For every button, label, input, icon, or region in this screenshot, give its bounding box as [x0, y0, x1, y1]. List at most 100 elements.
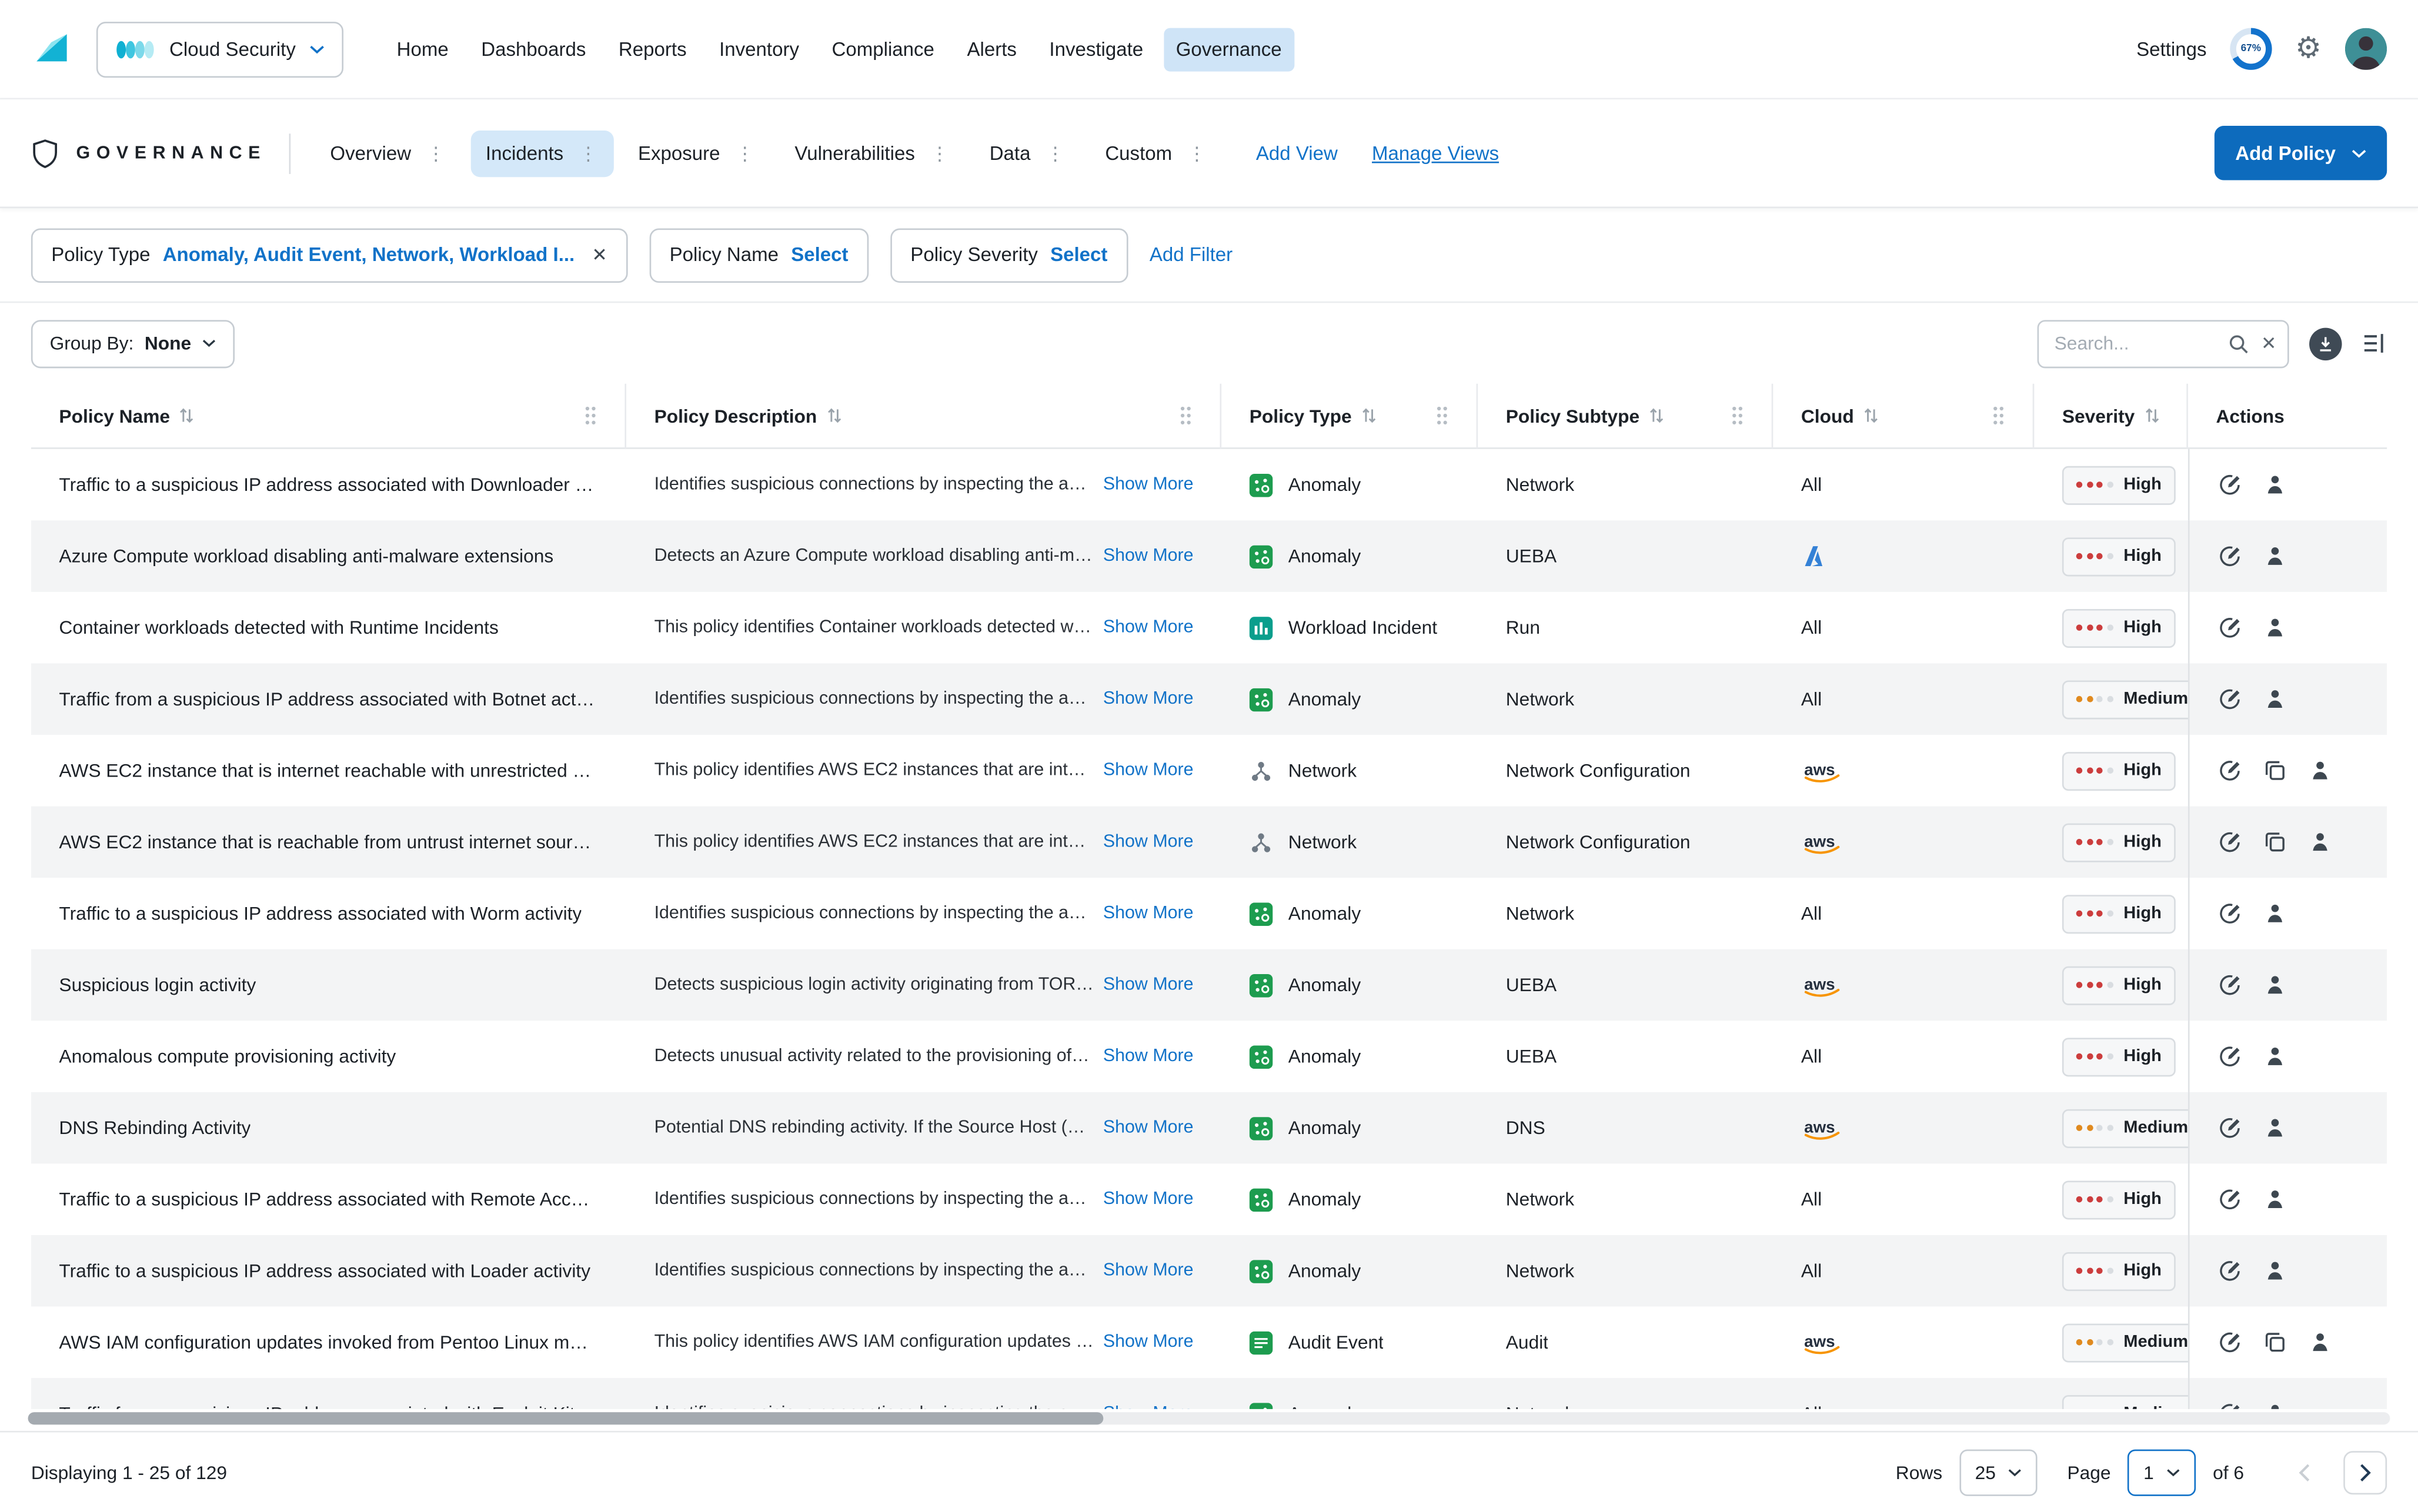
edit-icon[interactable] [2217, 1401, 2242, 1409]
show-more-link[interactable]: Show More [1103, 832, 1194, 851]
policy-name-link[interactable]: Container workloads detected with Runtim… [59, 617, 498, 638]
column-settings-icon[interactable] [2362, 333, 2387, 354]
person-icon[interactable] [2307, 829, 2332, 854]
kebab-menu-icon[interactable]: ⋮ [427, 143, 446, 162]
edit-icon[interactable] [2217, 901, 2242, 926]
edit-icon[interactable] [2217, 687, 2242, 711]
person-icon[interactable] [2263, 901, 2287, 926]
edit-icon[interactable] [2217, 615, 2242, 640]
show-more-link[interactable]: Show More [1103, 904, 1194, 923]
filter-chip-policy-name[interactable]: Policy Name Select [649, 228, 869, 282]
edit-icon[interactable] [2217, 1330, 2242, 1354]
settings-link[interactable]: Settings [2136, 38, 2206, 60]
show-more-link[interactable]: Show More [1103, 976, 1194, 995]
column-header-policy-name[interactable]: Policy Name [31, 383, 627, 449]
column-header-policy-type[interactable]: Policy Type [1221, 383, 1478, 449]
column-drag-handle[interactable] [1436, 406, 1448, 426]
search-icon[interactable] [2228, 333, 2248, 353]
group-by-select[interactable]: Group By: None [31, 319, 235, 367]
policy-name-link[interactable]: DNS Rebinding Activity [59, 1117, 251, 1139]
tab-vulnerabilities[interactable]: Vulnerabilities ⋮ [779, 130, 964, 176]
policy-name-link[interactable]: Anomalous compute provisioning activity [59, 1046, 396, 1068]
remove-filter-icon[interactable]: ✕ [592, 244, 607, 266]
horizontal-scrollbar[interactable] [28, 1412, 2390, 1425]
kebab-menu-icon[interactable]: ⋮ [1046, 143, 1065, 162]
policy-name-link[interactable]: Azure Compute workload disabling anti-ma… [59, 546, 553, 567]
show-more-link[interactable]: Show More [1103, 690, 1194, 708]
person-icon[interactable] [2263, 1115, 2287, 1140]
show-more-link[interactable]: Show More [1103, 761, 1194, 780]
add-view-link[interactable]: Add View [1256, 142, 1338, 164]
policy-name-link[interactable]: Traffic to a suspicious IP address assoc… [59, 1260, 590, 1282]
policy-name-link[interactable]: Traffic to a suspicious IP address assoc… [59, 902, 582, 924]
show-more-link[interactable]: Show More [1103, 618, 1194, 637]
next-page-button[interactable] [2343, 1450, 2387, 1494]
policy-name-link[interactable]: AWS IAM configuration updates invoked fr… [59, 1332, 598, 1353]
policy-name-link[interactable]: Suspicious login activity [59, 974, 256, 996]
kebab-menu-icon[interactable]: ⋮ [930, 143, 949, 162]
sort-icon[interactable] [826, 407, 841, 424]
person-icon[interactable] [2263, 1187, 2287, 1212]
add-filter-link[interactable]: Add Filter [1150, 244, 1233, 266]
manage-views-link[interactable]: Manage Views [1372, 142, 1499, 164]
column-drag-handle[interactable] [1731, 406, 1744, 426]
tab-exposure[interactable]: Exposure ⋮ [623, 130, 770, 176]
person-icon[interactable] [2263, 1044, 2287, 1069]
sort-icon[interactable] [179, 407, 195, 424]
person-icon[interactable] [2263, 1401, 2287, 1409]
edit-icon[interactable] [2217, 1259, 2242, 1283]
show-more-link[interactable]: Show More [1103, 1119, 1194, 1138]
filter-chip-policy-type[interactable]: Policy Type Anomaly, Audit Event, Networ… [31, 228, 628, 282]
copy-icon[interactable] [2263, 829, 2287, 854]
show-more-link[interactable]: Show More [1103, 1404, 1194, 1409]
person-icon[interactable] [2263, 687, 2287, 711]
tab-overview[interactable]: Overview ⋮ [315, 130, 461, 176]
policy-name-link[interactable]: Traffic from a suspicious IP address ass… [59, 688, 598, 710]
page-select[interactable]: 1 [2128, 1449, 2196, 1496]
usage-progress-ring[interactable]: 67% [2230, 28, 2272, 70]
kebab-menu-icon[interactable]: ⋮ [736, 143, 754, 162]
nav-item-investigate[interactable]: Investigate [1037, 27, 1155, 71]
previous-page-button[interactable] [2283, 1450, 2326, 1494]
edit-icon[interactable] [2217, 544, 2242, 568]
rows-per-page-select[interactable]: 25 [1959, 1449, 2038, 1496]
show-more-link[interactable]: Show More [1103, 1262, 1194, 1280]
sort-icon[interactable] [1649, 407, 1664, 424]
sort-icon[interactable] [1863, 407, 1879, 424]
nav-item-dashboards[interactable]: Dashboards [469, 27, 598, 71]
download-icon[interactable] [2309, 327, 2342, 360]
sort-icon[interactable] [2144, 407, 2159, 424]
nav-item-home[interactable]: Home [385, 27, 461, 71]
nav-item-governance[interactable]: Governance [1163, 27, 1294, 71]
gear-icon[interactable]: ⚙ [2295, 34, 2322, 63]
policy-name-link[interactable]: Traffic to a suspicious IP address assoc… [59, 474, 598, 496]
person-icon[interactable] [2263, 472, 2287, 497]
clear-search-icon[interactable]: ✕ [2261, 333, 2277, 354]
nav-item-inventory[interactable]: Inventory [707, 27, 811, 71]
kebab-menu-icon[interactable]: ⋮ [1188, 143, 1207, 162]
tab-data[interactable]: Data ⋮ [974, 130, 1080, 176]
product-switcher[interactable]: Cloud Security [96, 21, 344, 77]
show-more-link[interactable]: Show More [1103, 476, 1194, 494]
policy-name-link[interactable]: AWS EC2 instance that is reachable from … [59, 831, 598, 853]
edit-icon[interactable] [2217, 829, 2242, 854]
show-more-link[interactable]: Show More [1103, 1333, 1194, 1352]
policy-name-link[interactable]: Traffic from a suspicious IP address ass… [59, 1403, 598, 1409]
person-icon[interactable] [2263, 615, 2287, 640]
nav-item-compliance[interactable]: Compliance [819, 27, 947, 71]
column-drag-handle[interactable] [1180, 406, 1192, 426]
policy-name-link[interactable]: Traffic to a suspicious IP address assoc… [59, 1189, 598, 1210]
column-header-cloud[interactable]: Cloud [1773, 383, 2035, 449]
policy-name-link[interactable]: AWS EC2 instance that is internet reacha… [59, 760, 598, 781]
column-drag-handle[interactable] [585, 406, 597, 426]
sort-icon[interactable] [1361, 407, 1377, 424]
edit-icon[interactable] [2217, 1187, 2242, 1212]
copy-icon[interactable] [2263, 1330, 2287, 1354]
column-header-severity[interactable]: Severity [2034, 383, 2188, 449]
column-header-policy-description[interactable]: Policy Description [626, 383, 1222, 449]
tab-custom[interactable]: Custom ⋮ [1090, 130, 1222, 176]
user-avatar[interactable] [2344, 28, 2387, 70]
column-header-policy-subtype[interactable]: Policy Subtype [1478, 383, 1774, 449]
copy-icon[interactable] [2263, 758, 2287, 783]
nav-item-reports[interactable]: Reports [606, 27, 699, 71]
